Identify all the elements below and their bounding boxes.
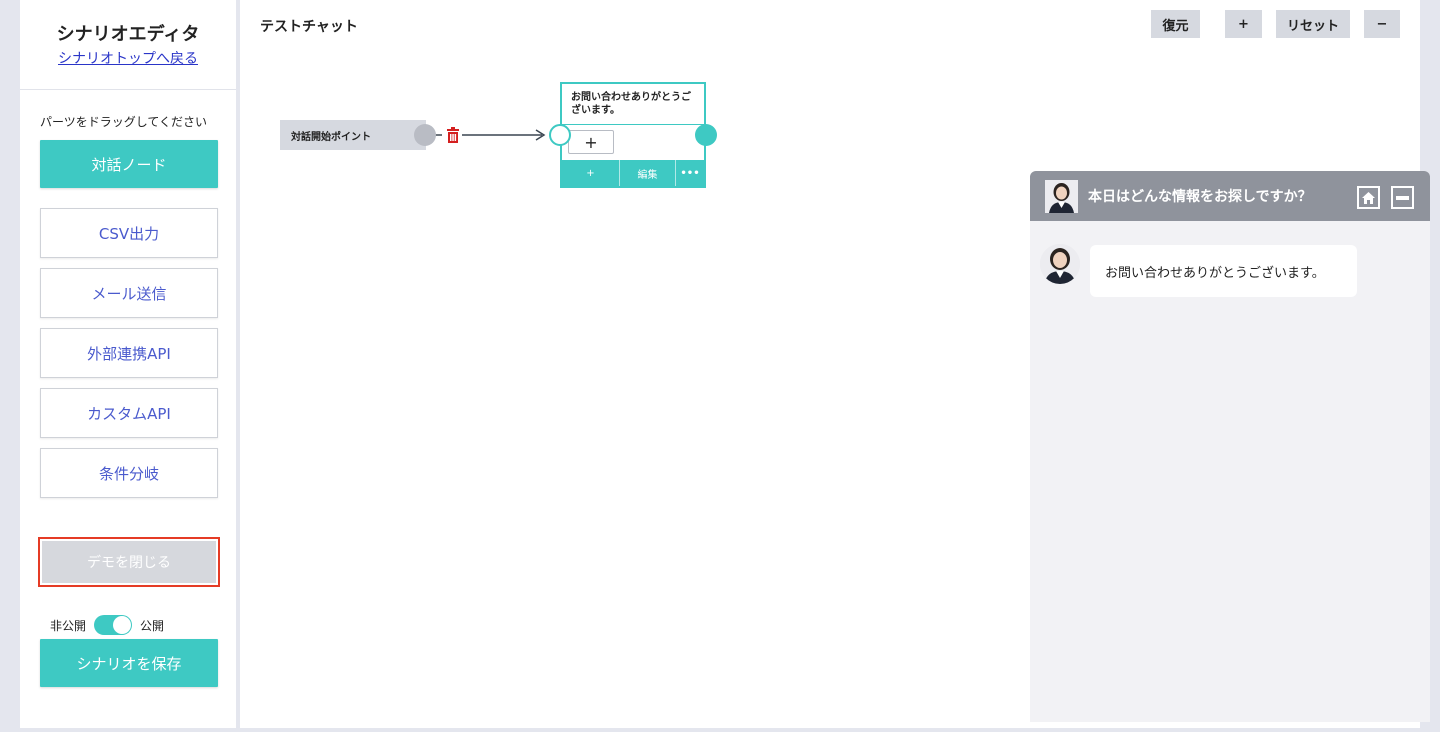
zoom-in-button[interactable]: + bbox=[1225, 10, 1262, 38]
dialog-node-part[interactable]: 対話ノード bbox=[40, 140, 218, 188]
send-mail-part[interactable]: メール送信 bbox=[40, 268, 218, 318]
public-label: 公開 bbox=[140, 618, 165, 633]
csv-export-part[interactable]: CSV出力 bbox=[40, 208, 218, 258]
node-output-port[interactable] bbox=[695, 124, 717, 146]
close-demo-button[interactable]: デモを閉じる bbox=[38, 537, 220, 587]
start-point-node[interactable]: 対話開始ポイント bbox=[280, 120, 426, 150]
node-input-port[interactable] bbox=[549, 124, 571, 146]
chat-header: 本日はどんな情報をお探しですか？ bbox=[1030, 171, 1430, 221]
chat-header-title: 本日はどんな情報をお探しですか？ bbox=[1088, 189, 1312, 205]
custom-api-part[interactable]: カスタムAPI bbox=[40, 388, 218, 438]
bot-avatar bbox=[1040, 244, 1080, 284]
publish-toggle-row: 非公開 公開 bbox=[50, 615, 164, 635]
node-footer: + 編集 ••• bbox=[562, 160, 704, 186]
node-divider bbox=[562, 124, 704, 125]
node-edit-button[interactable]: 編集 bbox=[620, 160, 676, 186]
canvas-title: テストチャット bbox=[260, 19, 358, 35]
sidebar-divider bbox=[20, 89, 236, 90]
minimize-icon[interactable] bbox=[1391, 186, 1414, 209]
operator-avatar bbox=[1045, 179, 1078, 213]
drag-hint: パーツをドラッグしてください bbox=[40, 115, 208, 129]
reset-button[interactable]: リセット bbox=[1276, 10, 1350, 38]
external-api-part[interactable]: 外部連携API bbox=[40, 328, 218, 378]
sidebar: シナリオエディタ シナリオトップへ戻る パーツをドラッグしてください 対話ノード… bbox=[20, 0, 236, 728]
bot-message-bubble: お問い合わせありがとうございます。 bbox=[1090, 245, 1357, 297]
close-demo-label: デモを閉じる bbox=[42, 541, 216, 583]
delete-connection-trash-icon[interactable] bbox=[446, 127, 460, 143]
connection-line bbox=[434, 129, 546, 141]
private-label: 非公開 bbox=[50, 618, 87, 633]
add-choice-button[interactable]: + bbox=[568, 130, 614, 154]
publish-toggle[interactable] bbox=[94, 615, 133, 635]
save-scenario-button[interactable]: シナリオを保存 bbox=[40, 639, 218, 687]
condition-branch-part[interactable]: 条件分岐 bbox=[40, 448, 218, 498]
dialog-node[interactable]: お問い合わせありがとうございます。 + + 編集 ••• bbox=[560, 82, 706, 188]
editor-title: シナリオエディタ bbox=[56, 24, 200, 45]
restore-button[interactable]: 復元 bbox=[1151, 10, 1200, 38]
back-to-scenario-top-link[interactable]: シナリオトップへ戻る bbox=[20, 48, 236, 68]
home-icon[interactable] bbox=[1357, 186, 1380, 209]
node-add-button[interactable]: + bbox=[562, 160, 620, 186]
zoom-out-button[interactable]: − bbox=[1364, 10, 1400, 38]
dialog-node-text: お問い合わせありがとうございます。 bbox=[571, 92, 691, 116]
node-more-button[interactable]: ••• bbox=[676, 160, 704, 186]
toggle-knob bbox=[113, 616, 132, 634]
start-output-port[interactable] bbox=[414, 124, 436, 146]
test-chat-widget: 本日はどんな情報をお探しですか？ お問い合わせありがとうございます。 bbox=[1030, 171, 1430, 722]
